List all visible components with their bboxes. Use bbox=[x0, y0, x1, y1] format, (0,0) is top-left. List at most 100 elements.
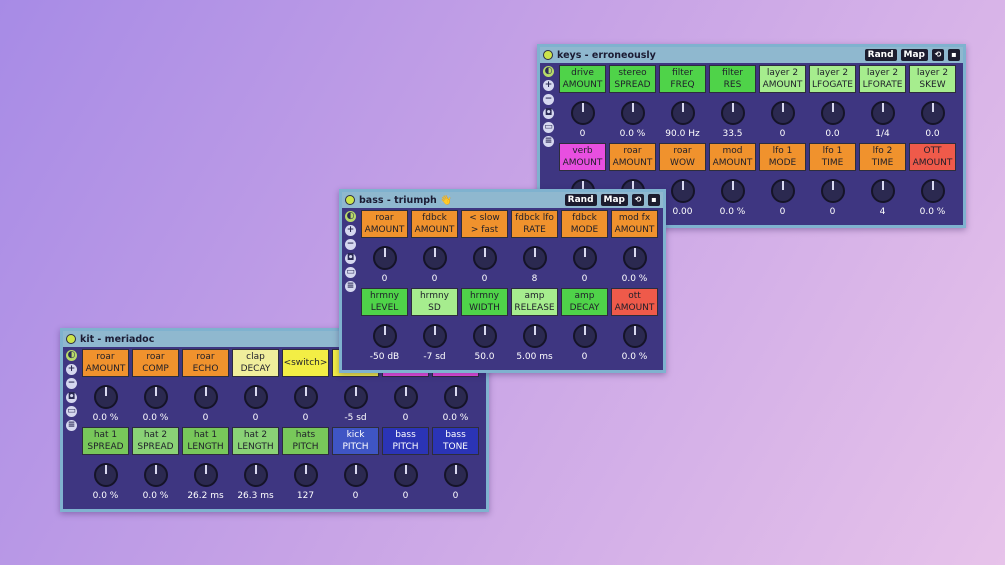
macro-knob[interactable] bbox=[422, 246, 447, 270]
macro-knob[interactable] bbox=[522, 324, 547, 348]
macro-knob[interactable] bbox=[572, 324, 597, 348]
power-toggle[interactable] bbox=[66, 334, 76, 344]
macro-label[interactable]: roar COMP bbox=[132, 349, 179, 377]
macro-knob[interactable] bbox=[393, 385, 418, 409]
add-macro-icon[interactable]: + bbox=[345, 225, 356, 236]
macro-label[interactable]: roar AMOUNT bbox=[609, 143, 656, 171]
macro-knob[interactable] bbox=[770, 179, 795, 203]
macro-label[interactable]: hrmny LEVEL bbox=[361, 288, 408, 316]
macro-knob[interactable] bbox=[343, 463, 368, 487]
macro-label[interactable]: mod AMOUNT bbox=[709, 143, 756, 171]
macro-label[interactable]: mod fx AMOUNT bbox=[611, 210, 658, 238]
macro-knob[interactable] bbox=[622, 246, 647, 270]
macro-label[interactable]: roar WOW bbox=[659, 143, 706, 171]
macro-label[interactable]: fdbck AMOUNT bbox=[411, 210, 458, 238]
macro-knob[interactable] bbox=[143, 385, 168, 409]
macro-label[interactable]: amp DECAY bbox=[561, 288, 608, 316]
remove-macro-icon[interactable]: − bbox=[543, 94, 554, 105]
macro-label[interactable]: filter FREQ bbox=[659, 65, 706, 93]
macro-knob[interactable] bbox=[870, 101, 895, 125]
macro-label[interactable]: filter RES bbox=[709, 65, 756, 93]
power-toggle[interactable] bbox=[345, 195, 355, 205]
map-button[interactable]: Map bbox=[600, 194, 628, 206]
macro-knob[interactable] bbox=[443, 385, 468, 409]
macro-label[interactable]: lfo 1 TIME bbox=[809, 143, 856, 171]
macro-label[interactable]: layer 2 LFORATE bbox=[859, 65, 906, 93]
macro-label[interactable]: lfo 2 TIME bbox=[859, 143, 906, 171]
macro-label[interactable]: fdbck lfo RATE bbox=[511, 210, 558, 238]
macro-label[interactable]: hats PITCH bbox=[282, 427, 329, 455]
macro-knob[interactable] bbox=[293, 385, 318, 409]
macro-knob[interactable] bbox=[720, 101, 745, 125]
show-macros-icon[interactable]: ◐ bbox=[543, 66, 554, 77]
macro-knob[interactable] bbox=[720, 179, 745, 203]
macro-label[interactable]: <switch> bbox=[282, 349, 329, 377]
link-icon[interactable]: ⟲ bbox=[632, 194, 644, 206]
macro-label[interactable]: roar ECHO bbox=[182, 349, 229, 377]
save-icon[interactable]: ▪ bbox=[648, 194, 660, 206]
map-button[interactable]: Map bbox=[900, 49, 928, 61]
variations-icon[interactable]: ▭ bbox=[543, 122, 554, 133]
macro-label[interactable]: stereo SPREAD bbox=[609, 65, 656, 93]
macro-label[interactable]: roar AMOUNT bbox=[361, 210, 408, 238]
macro-knob[interactable] bbox=[472, 324, 497, 348]
macro-knob[interactable] bbox=[93, 385, 118, 409]
macro-knob[interactable] bbox=[920, 179, 945, 203]
rand-button[interactable]: Rand bbox=[864, 49, 897, 61]
macro-label[interactable]: kick PITCH bbox=[332, 427, 379, 455]
macro-knob[interactable] bbox=[770, 101, 795, 125]
chain-list-icon[interactable]: ≡ bbox=[66, 420, 77, 431]
macro-knob[interactable] bbox=[570, 101, 595, 125]
macro-label[interactable]: bass TONE bbox=[432, 427, 479, 455]
macro-label[interactable]: verb AMOUNT bbox=[559, 143, 606, 171]
macro-label[interactable]: hat 1 LENGTH bbox=[182, 427, 229, 455]
variations-icon[interactable]: ▭ bbox=[66, 406, 77, 417]
macro-knob[interactable] bbox=[193, 463, 218, 487]
macro-knob[interactable] bbox=[243, 385, 268, 409]
macro-knob[interactable] bbox=[920, 101, 945, 125]
macro-knob[interactable] bbox=[193, 385, 218, 409]
power-toggle[interactable] bbox=[543, 50, 553, 60]
chain-list-icon[interactable]: ≡ bbox=[543, 136, 554, 147]
randomize-icon[interactable]: ◘ bbox=[543, 108, 554, 119]
macro-knob[interactable] bbox=[143, 463, 168, 487]
macro-knob[interactable] bbox=[870, 179, 895, 203]
variations-icon[interactable]: ▭ bbox=[345, 267, 356, 278]
macro-label[interactable]: hat 2 LENGTH bbox=[232, 427, 279, 455]
macro-knob[interactable] bbox=[820, 101, 845, 125]
remove-macro-icon[interactable]: − bbox=[66, 378, 77, 389]
macro-label[interactable]: hat 1 SPREAD bbox=[82, 427, 129, 455]
macro-knob[interactable] bbox=[243, 463, 268, 487]
macro-label[interactable]: clap DECAY bbox=[232, 349, 279, 377]
show-macros-icon[interactable]: ◐ bbox=[345, 211, 356, 222]
macro-knob[interactable] bbox=[372, 246, 397, 270]
add-macro-icon[interactable]: + bbox=[66, 364, 77, 375]
macro-label[interactable]: roar AMOUNT bbox=[82, 349, 129, 377]
chain-list-icon[interactable]: ≡ bbox=[345, 281, 356, 292]
macro-knob[interactable] bbox=[820, 179, 845, 203]
macro-label[interactable]: layer 2 SKEW bbox=[909, 65, 956, 93]
macro-knob[interactable] bbox=[293, 463, 318, 487]
randomize-icon[interactable]: ◘ bbox=[66, 392, 77, 403]
add-macro-icon[interactable]: + bbox=[543, 80, 554, 91]
macro-knob[interactable] bbox=[372, 324, 397, 348]
macro-knob[interactable] bbox=[670, 101, 695, 125]
macro-label[interactable]: layer 2 AMOUNT bbox=[759, 65, 806, 93]
macro-knob[interactable] bbox=[572, 246, 597, 270]
macro-label[interactable]: hrmny WIDTH bbox=[461, 288, 508, 316]
macro-knob[interactable] bbox=[422, 324, 447, 348]
macro-label[interactable]: drive AMOUNT bbox=[559, 65, 606, 93]
macro-knob[interactable] bbox=[343, 385, 368, 409]
save-icon[interactable]: ▪ bbox=[948, 49, 960, 61]
macro-label[interactable]: OTT AMOUNT bbox=[909, 143, 956, 171]
macro-label[interactable]: hrmny SD bbox=[411, 288, 458, 316]
macro-knob[interactable] bbox=[93, 463, 118, 487]
macro-label[interactable]: < slow > fast bbox=[461, 210, 508, 238]
link-icon[interactable]: ⟲ bbox=[932, 49, 944, 61]
macro-label[interactable]: layer 2 LFOGATE bbox=[809, 65, 856, 93]
macro-label[interactable]: lfo 1 MODE bbox=[759, 143, 806, 171]
remove-macro-icon[interactable]: − bbox=[345, 239, 356, 250]
macro-label[interactable]: bass PITCH bbox=[382, 427, 429, 455]
rand-button[interactable]: Rand bbox=[564, 194, 597, 206]
macro-knob[interactable] bbox=[670, 179, 695, 203]
